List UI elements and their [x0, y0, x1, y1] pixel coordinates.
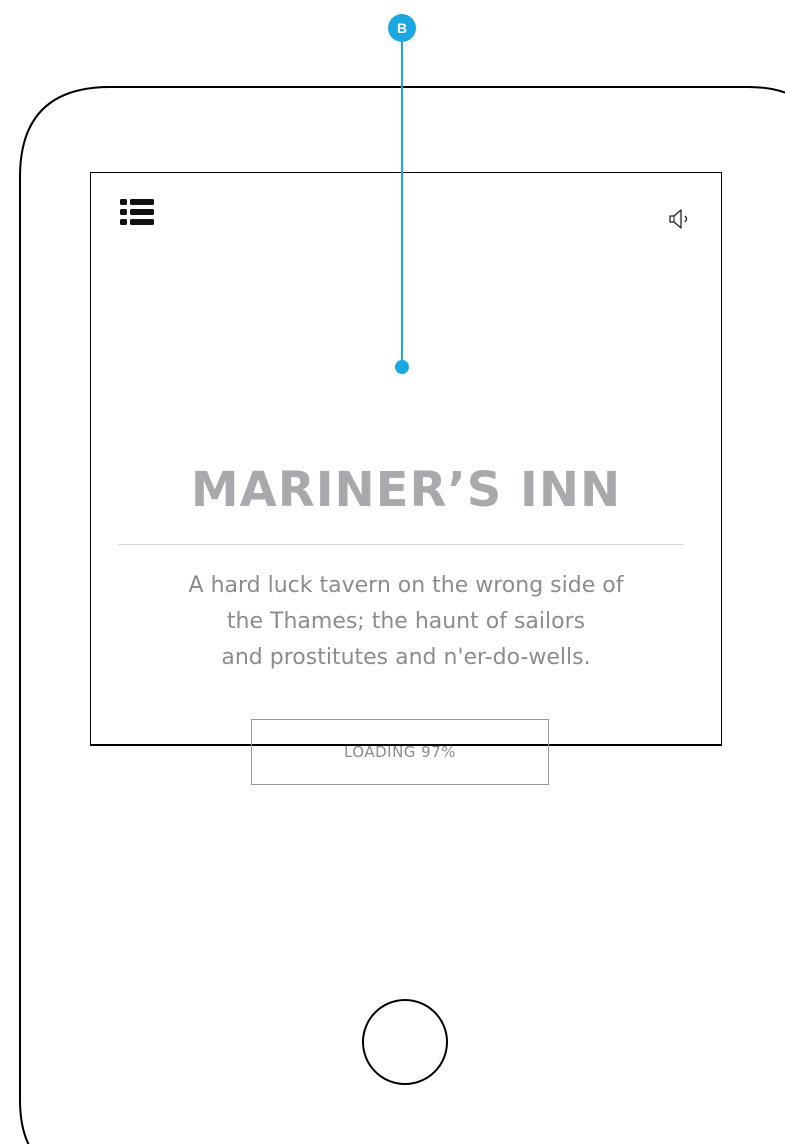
page-title: MARINER’S INN [190, 462, 622, 518]
app-screen: MARINER’S INN A hard luck tavern on the … [90, 172, 722, 785]
callout-badge: B [388, 14, 416, 42]
title-divider [118, 544, 684, 545]
description-line: A hard luck tavern on the wrong side of [188, 573, 624, 598]
speaker-icon[interactable] [665, 208, 695, 232]
home-button-icon[interactable] [362, 999, 448, 1085]
description-line: the Thames; the haunt of sailors [226, 609, 586, 634]
description-line: and prostitutes and n'er-do-wells. [221, 645, 591, 670]
speaker-icon-graphic [669, 209, 688, 229]
loading-indicator: LOADING 97% [251, 719, 549, 785]
list-menu-icon[interactable] [120, 199, 155, 229]
list-menu-icon-graphic [120, 199, 154, 225]
location-description: A hard luck tavern on the wrong side of … [90, 568, 722, 676]
tablet-mockup: B MARINER’S INN A hard luck tavern on th… [0, 0, 785, 1144]
